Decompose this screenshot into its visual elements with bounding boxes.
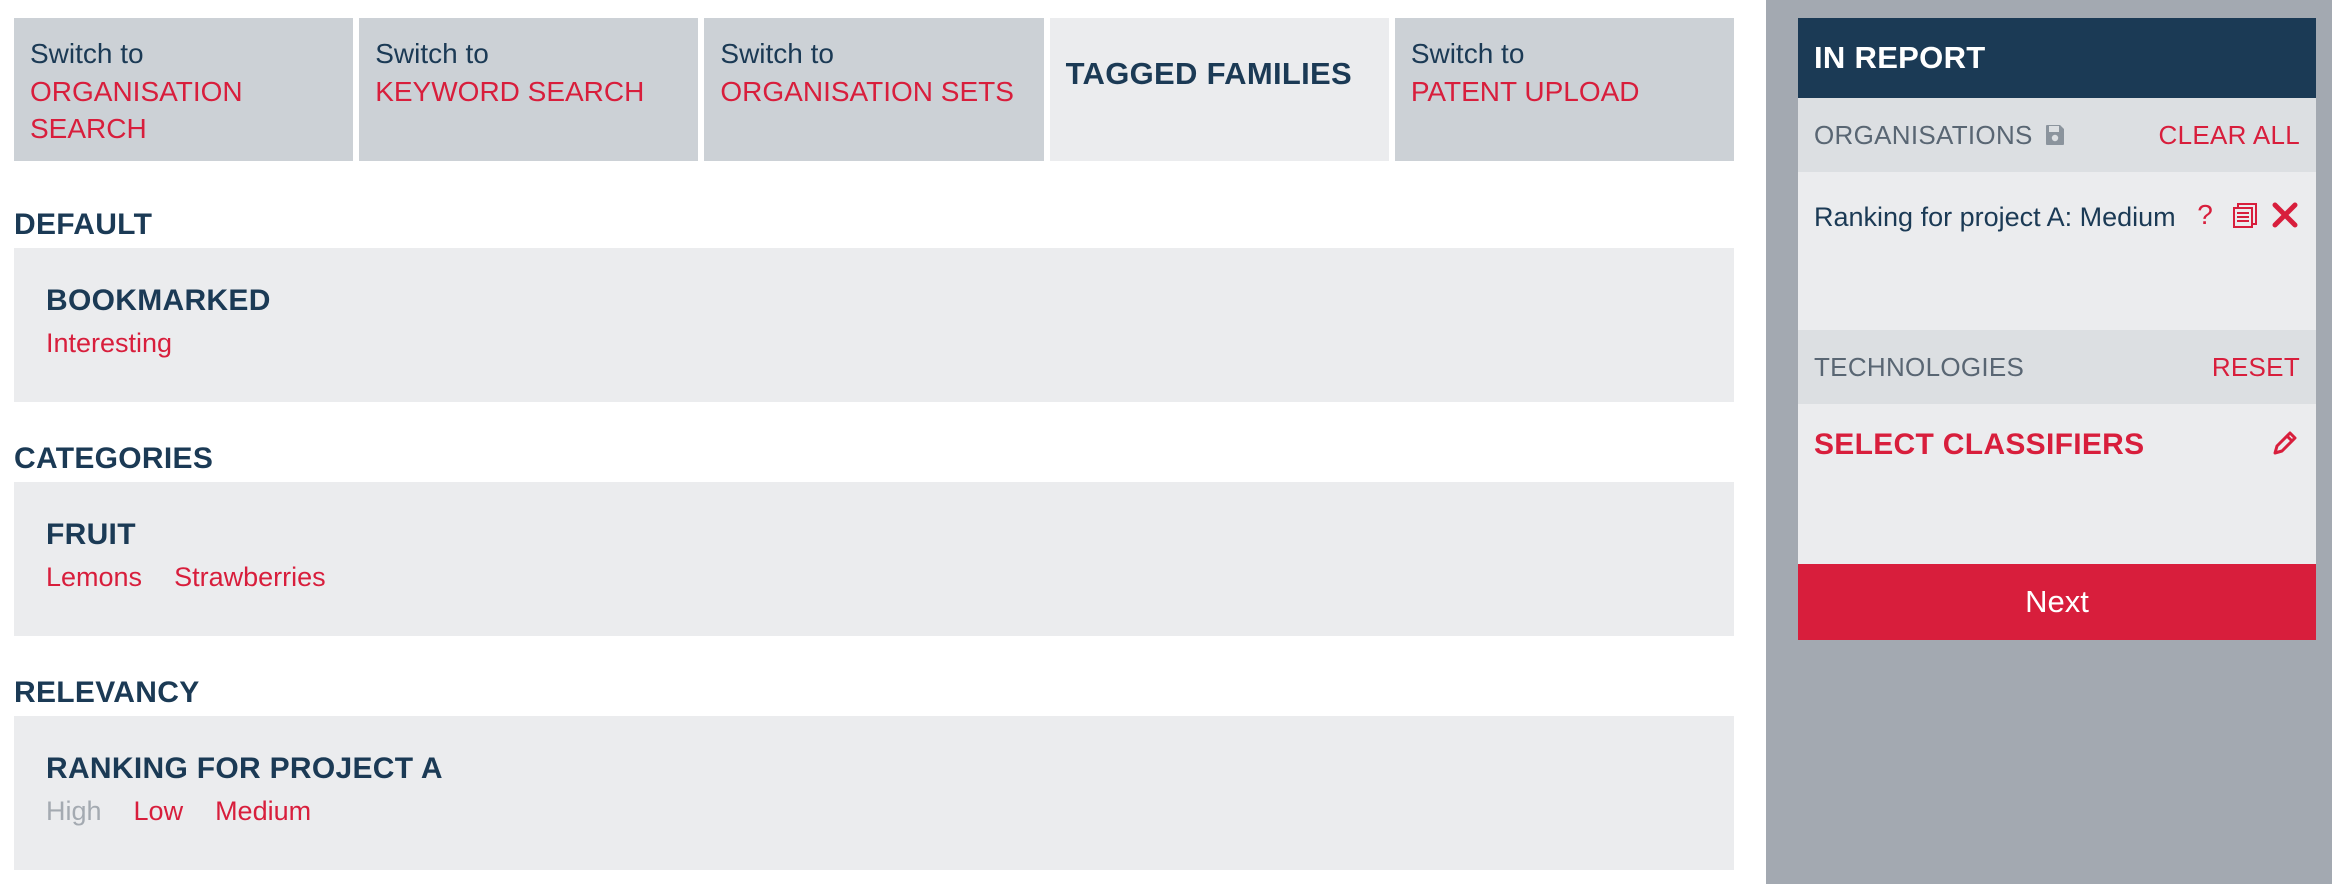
in-report-panel: IN REPORT ORGANISATIONS CLEAR ALL Rankin… [1798,18,2316,640]
question-icon[interactable]: ? [2190,200,2220,230]
tab-prefix: Switch to [375,38,489,69]
technologies-body: SELECT CLASSIFIERS [1798,404,2316,564]
organisations-header: ORGANISATIONS CLEAR ALL [1798,98,2316,172]
floppy-disk-icon[interactable] [2043,123,2067,147]
section-title-default: DEFAULT [14,208,153,241]
tab-organisation-search[interactable]: Switch to ORGANISATION SEARCH [14,18,354,161]
main-content: Switch to ORGANISATION SEARCH Switch to … [0,0,1766,884]
tab-keyword-search[interactable]: Switch to KEYWORD SEARCH [359,18,699,161]
tag-lemons[interactable]: Lemons [46,562,142,593]
tab-label: ORGANISATION SEARCH [30,76,243,144]
tag-list: Lemons Strawberries [46,562,1702,593]
report-sidebar: IN REPORT ORGANISATIONS CLEAR ALL Rankin… [1766,0,2332,884]
tab-label: KEYWORD SEARCH [375,76,645,108]
tab-organisation-sets[interactable]: Switch to ORGANISATION SETS [704,18,1044,161]
list-icon[interactable] [2230,200,2260,230]
reset-button[interactable]: RESET [2212,352,2300,383]
section-title-categories: CATEGORIES [14,442,214,475]
in-report-header: IN REPORT [1798,18,2316,98]
tab-patent-upload[interactable]: Switch to PATENT UPLOAD [1394,18,1735,161]
tag-high: High [46,796,102,826]
tag-interesting[interactable]: Interesting [46,328,172,359]
tag-group-panel-ranking: RANKING FOR PROJECT A High Low Medium [14,716,1734,870]
tag-group-heading: FRUIT [46,518,136,551]
technologies-label: TECHNOLOGIES [1814,351,2025,382]
next-button[interactable]: Next [1798,564,2316,640]
tag-medium[interactable]: Medium [215,796,311,827]
tab-label: ORGANISATION SETS [720,76,1014,108]
tag-group-panel-fruit: FRUIT Lemons Strawberries [14,482,1734,636]
section-title-relevancy: RELEVANCY [14,676,200,709]
tag-low[interactable]: Low [134,796,184,827]
organisations-label: ORGANISATIONS [1814,119,2033,150]
help-glyph: ? [2197,199,2213,230]
pencil-icon[interactable] [2270,428,2300,458]
clear-all-button[interactable]: CLEAR ALL [2159,120,2300,151]
selected-organisations: Ranking for project A: Medium ? [1798,172,2316,330]
tag-group-heading: RANKING FOR PROJECT A [46,752,443,785]
close-icon[interactable] [2270,200,2300,230]
tab-prefix: Switch to [30,38,144,69]
select-classifiers-link[interactable]: SELECT CLASSIFIERS [1814,428,2144,462]
active-tab-title: TAGGED FAMILIES [1065,56,1352,91]
tab-prefix: Switch to [720,38,835,69]
selected-org-item: Ranking for project A: Medium [1814,202,2176,232]
tag-list: Interesting [46,328,1702,359]
org-item-actions: ? [2190,200,2300,230]
mode-tabs: Switch to ORGANISATION SEARCH Switch to … [14,18,1735,161]
tag-group-panel-bookmarked: BOOKMARKED Interesting [14,248,1734,402]
tag-group-heading: BOOKMARKED [46,284,271,317]
tag-list: High Low Medium [46,796,1702,827]
technologies-header: TECHNOLOGIES RESET [1798,330,2316,404]
tab-tagged-families: TAGGED FAMILIES [1049,18,1389,161]
organisations-label-group: ORGANISATIONS [1814,120,2067,151]
tab-label: PATENT UPLOAD [1410,76,1640,108]
tag-strawberries[interactable]: Strawberries [174,562,326,593]
tab-prefix: Switch to [1410,38,1525,69]
